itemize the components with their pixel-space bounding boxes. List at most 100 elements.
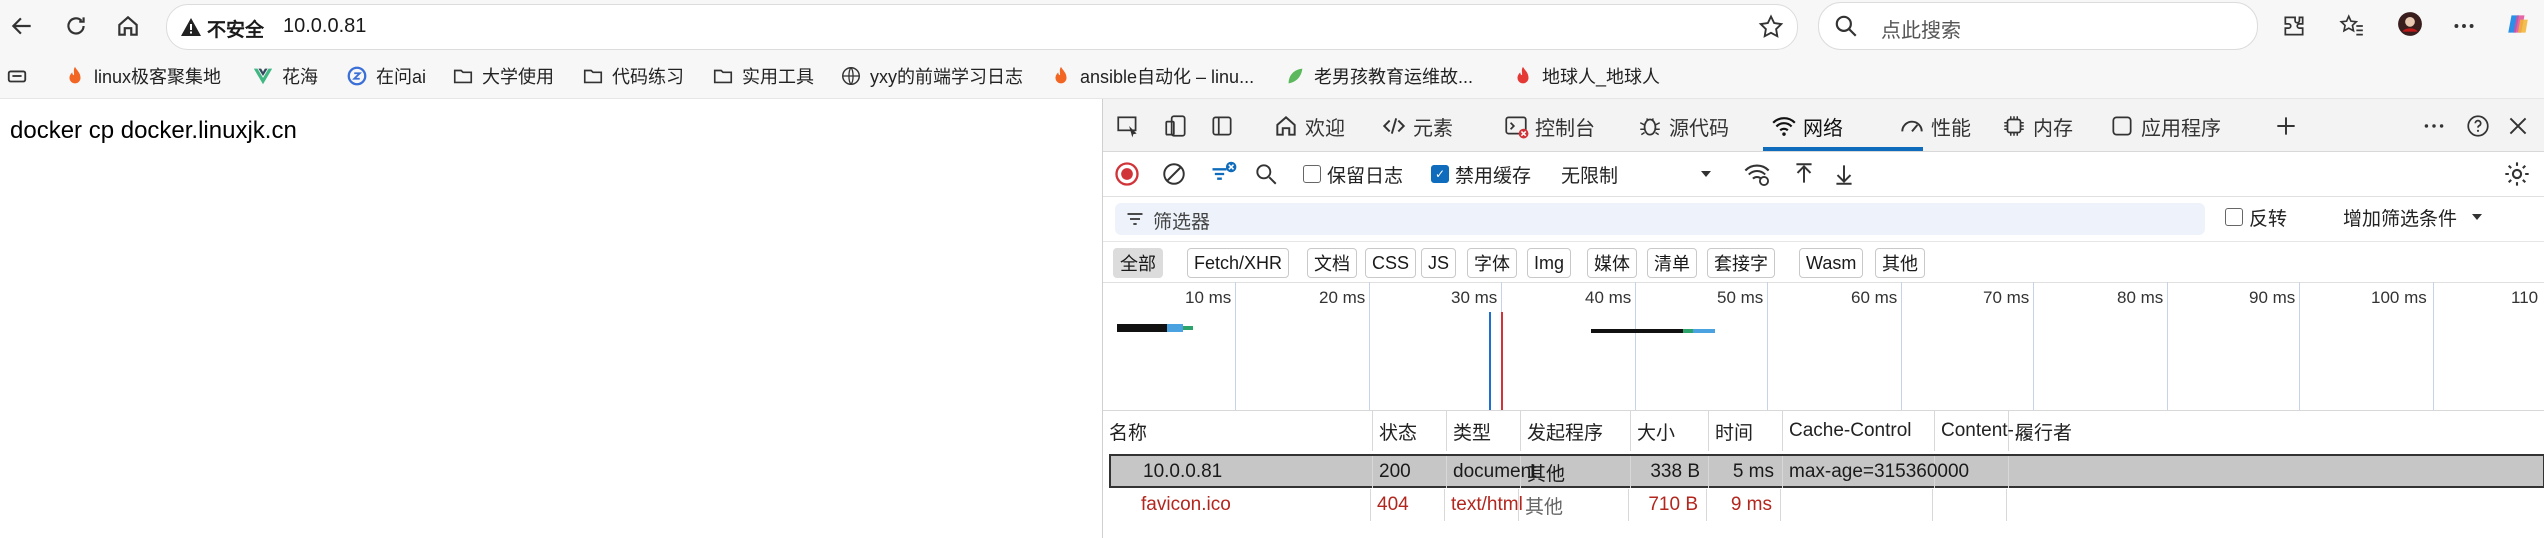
tab-elements[interactable]: 元素	[1381, 111, 1453, 141]
throttle-select[interactable]: 无限制	[1561, 160, 1714, 188]
clear-log-icon[interactable]	[1161, 160, 1187, 188]
column-header-initiator[interactable]: 发起程序	[1521, 411, 1631, 451]
folder-icon	[713, 69, 733, 84]
type-filter-doc[interactable]: 文档	[1307, 248, 1357, 278]
cell-name: favicon.ico	[1109, 489, 1371, 521]
inspect-element-icon[interactable]	[1115, 111, 1147, 141]
invert-checkbox[interactable]: 反转	[2225, 203, 2287, 231]
type-filter-manifest[interactable]: 清单	[1647, 248, 1697, 278]
filter-placeholder: 筛选器	[1153, 212, 1211, 233]
bookmark-folder[interactable]: 实用工具	[712, 62, 814, 90]
timeline-tick-label: 10 ms	[1185, 288, 1232, 307]
type-filter-all[interactable]: 全部	[1113, 248, 1163, 278]
bug-icon	[1639, 118, 1661, 136]
preserve-log-checkbox[interactable]: 保留日志	[1303, 160, 1403, 188]
dom-content-loaded-marker	[1489, 312, 1491, 410]
network-settings-gear-icon[interactable]	[2503, 160, 2531, 188]
column-header-name[interactable]: 名称	[1103, 411, 1373, 451]
more-options-icon[interactable]	[2446, 8, 2482, 44]
bookmarks-toggle-icon[interactable]	[6, 62, 36, 90]
bookmark-item[interactable]: 地球人_地球人	[1512, 62, 1660, 90]
timeline-tick-label: 60 ms	[1851, 288, 1898, 307]
filter-icon	[1127, 213, 1143, 225]
not-secure-label[interactable]: 不安全	[207, 15, 264, 42]
search-icon[interactable]	[1253, 160, 1279, 188]
bookmark-item[interactable]: ansible自动化 – linu...	[1050, 62, 1254, 90]
type-filter-font[interactable]: 字体	[1467, 248, 1517, 278]
tab-memory[interactable]: 内存	[2001, 111, 2073, 141]
column-header-fulfilled-by[interactable]: 履行者	[2009, 411, 2544, 451]
column-header-type[interactable]: 类型	[1447, 411, 1521, 451]
type-filter-img[interactable]: Img	[1527, 248, 1572, 278]
ai-icon	[347, 66, 367, 86]
record-stop-icon[interactable]	[1113, 160, 1141, 188]
tab-performance[interactable]: 性能	[1899, 111, 1971, 141]
tab-label: 元素	[1413, 117, 1453, 140]
bookmark-item[interactable]: 在问ai	[346, 62, 426, 90]
type-filter-media[interactable]: 媒体	[1587, 248, 1637, 278]
favorite-star-icon[interactable]	[1757, 13, 1785, 41]
help-icon[interactable]	[2465, 111, 2497, 141]
url-text[interactable]: 10.0.0.81	[283, 15, 366, 38]
page-body-text: docker cp docker.linuxjk.cn	[10, 117, 297, 144]
bookmark-label: 实用工具	[742, 67, 814, 87]
cell-cache-control	[1781, 489, 1933, 521]
network-overview-timeline[interactable]: 10 ms 20 ms 30 ms 40 ms 50 ms 60 ms 70 m…	[1103, 282, 2544, 411]
import-har-icon[interactable]	[1791, 160, 1817, 188]
network-conditions-icon[interactable]	[1743, 160, 1771, 188]
table-row[interactable]: favicon.ico 404 text/html 其他 710 B 9 ms	[1109, 489, 2544, 521]
filter-toggle-icon[interactable]	[1209, 160, 1237, 188]
close-devtools-icon[interactable]	[2505, 111, 2537, 141]
page-viewport: docker cp docker.linuxjk.cn	[0, 99, 1100, 538]
resource-type-filters: 全部 Fetch/XHR 文档 CSS JS 字体 Img 媒体 清单 套接字 …	[1103, 242, 2544, 283]
favorites-icon[interactable]	[2334, 8, 2370, 44]
bookmark-folder[interactable]: 代码练习	[582, 62, 684, 90]
type-filter-js[interactable]: JS	[1421, 248, 1457, 278]
export-har-icon[interactable]	[1831, 160, 1857, 188]
extensions-icon[interactable]	[2276, 8, 2312, 44]
type-filter-wasm[interactable]: Wasm	[1799, 248, 1864, 278]
tab-welcome[interactable]: 欢迎	[1273, 111, 1345, 141]
address-bar[interactable]: 不安全 10.0.0.81	[166, 4, 1798, 50]
back-arrow-icon[interactable]	[4, 8, 40, 44]
search-box[interactable]: 点此搜索	[1818, 2, 2258, 50]
filter-input[interactable]: 筛选器	[1115, 203, 2205, 235]
cell-type: document	[1447, 456, 1536, 488]
bookmark-item[interactable]: yxy的前端学习日志	[840, 62, 1023, 90]
more-tools-icon[interactable]	[2421, 111, 2453, 141]
cell-fulfilled-by	[2009, 456, 2543, 488]
bookmark-item[interactable]: 老男孩教育运维故...	[1284, 62, 1473, 90]
dock-side-icon[interactable]	[1209, 111, 1241, 141]
type-filter-css[interactable]: CSS	[1365, 248, 1417, 278]
device-emulation-icon[interactable]	[1163, 111, 1195, 141]
bookmark-folder[interactable]: 大学使用	[452, 62, 554, 90]
column-header-time[interactable]: 时间	[1709, 411, 1783, 451]
home-icon[interactable]	[110, 8, 146, 44]
column-header-size[interactable]: 大小	[1631, 411, 1709, 451]
bookmark-item[interactable]: 花海	[252, 62, 318, 90]
type-filter-socket[interactable]: 套接字	[1707, 248, 1775, 278]
table-row[interactable]: 10.0.0.81 200 document 其他 338 B 5 ms max…	[1109, 454, 2544, 488]
flame-icon	[1055, 66, 1067, 84]
type-filter-other[interactable]: 其他	[1875, 248, 1925, 278]
add-tool-icon[interactable]	[2273, 111, 2305, 141]
more-filters-dropdown[interactable]: 增加筛选条件	[2343, 203, 2485, 231]
tab-console[interactable]: 控制台	[1503, 111, 1595, 141]
column-header-content[interactable]: Content-...	[1935, 411, 2030, 451]
tab-network[interactable]: 网络	[1771, 111, 1843, 141]
cell-cache-control: max-age=315360000	[1783, 456, 1969, 488]
column-header-cache-control[interactable]: Cache-Control	[1783, 411, 1935, 451]
timeline-tick-label: 80 ms	[2117, 288, 2164, 307]
disable-cache-checkbox[interactable]: ✓ 禁用缓存	[1431, 160, 1531, 188]
copilot-icon[interactable]	[2500, 6, 2536, 42]
warning-icon[interactable]	[179, 15, 203, 39]
tab-application[interactable]: 应用程序	[2109, 111, 2221, 141]
profile-avatar[interactable]	[2392, 6, 2428, 42]
tab-sources[interactable]: 源代码	[1637, 111, 1729, 141]
timeline-tick-label: 110	[2511, 288, 2539, 307]
refresh-icon[interactable]	[58, 8, 94, 44]
type-filter-fetch-xhr[interactable]: Fetch/XHR	[1187, 248, 1290, 278]
column-header-status[interactable]: 状态	[1373, 411, 1447, 451]
timeline-tick-label: 40 ms	[1585, 288, 1632, 307]
bookmark-item[interactable]: linux极客聚集地	[64, 62, 221, 90]
